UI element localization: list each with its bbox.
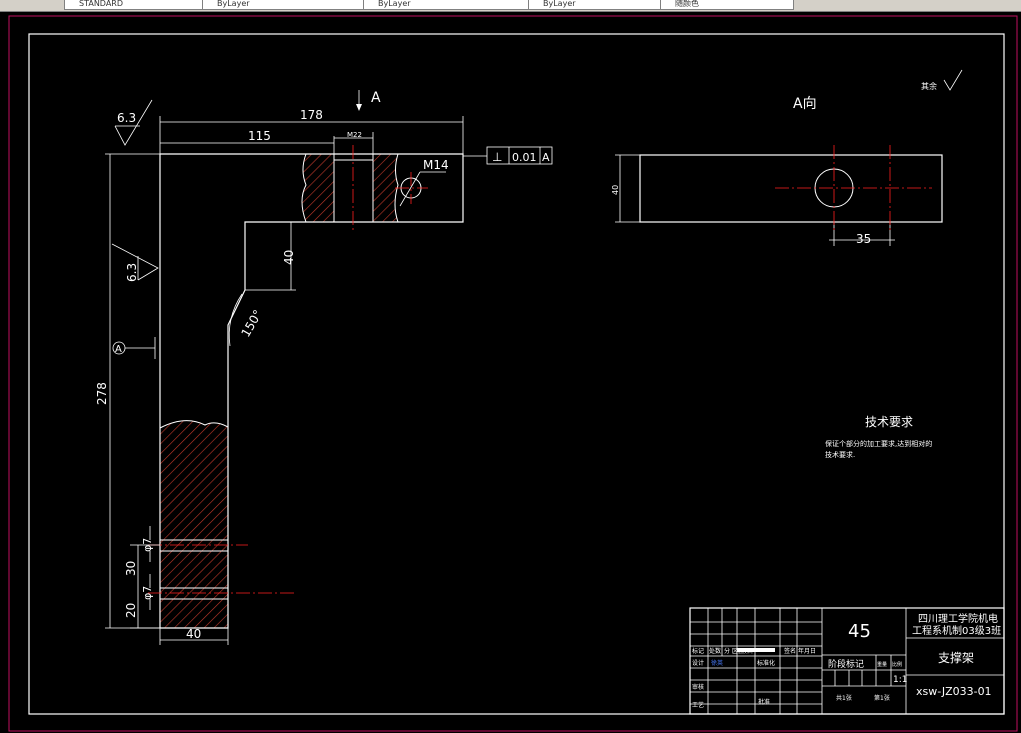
text-style-select[interactable]: STANDARD bbox=[64, 0, 205, 10]
tech-line1: 保证个部分的加工要求,达到相对的 bbox=[825, 439, 932, 448]
scale-label: 比例 bbox=[892, 661, 902, 668]
weight-label: 重量 bbox=[877, 661, 887, 668]
layer-select[interactable]: ByLayer bbox=[202, 0, 370, 10]
cad-toolbar: STANDARD ByLayer ByLayer ByLayer 随颜色 bbox=[0, 0, 1021, 12]
dim-178: 178 bbox=[300, 108, 323, 122]
design-label: 设计 bbox=[692, 659, 704, 667]
hdr-zone: 分 区 bbox=[724, 647, 738, 655]
drawing-canvas[interactable]: 6.3 178 115 M22 M14 A ⊥ 0.01 A 40 150° 6… bbox=[0, 12, 1021, 733]
hdr-doc: 更改文件号 bbox=[738, 649, 753, 654]
roughness-top: 6.3 bbox=[117, 111, 136, 125]
tolerance-symbol: ⊥ bbox=[492, 150, 502, 164]
sheet-number: 第1张 bbox=[874, 694, 890, 702]
lineweight-select[interactable]: ByLayer bbox=[528, 0, 668, 10]
plotstyle-value: 随颜色 bbox=[675, 0, 699, 8]
main-view bbox=[159, 153, 464, 629]
hdr-mark: 标记 bbox=[692, 647, 704, 655]
section-marker: A bbox=[371, 90, 381, 106]
stage-mark: 阶段标记 bbox=[828, 658, 864, 670]
dim-bottom-40: 40 bbox=[186, 627, 201, 641]
roughness-left: 6.3 bbox=[125, 263, 139, 282]
designer-name: 徐英 bbox=[711, 659, 723, 667]
dim-bore: M22 bbox=[347, 131, 362, 139]
other-roughness: 其余 bbox=[921, 81, 937, 91]
text-style-value: STANDARD bbox=[79, 0, 124, 8]
hatch-leg bbox=[160, 420, 228, 628]
part-name: 支撑架 bbox=[938, 650, 974, 665]
dim-angle: 150° bbox=[238, 307, 265, 339]
craft-label: 工艺 bbox=[692, 701, 704, 709]
dim-30: 30 bbox=[124, 561, 138, 576]
side-view-title: A向 bbox=[793, 96, 817, 112]
dim-115: 115 bbox=[248, 129, 271, 143]
tech-line2: 技术要求. bbox=[825, 450, 855, 459]
layer-value: ByLayer bbox=[217, 0, 250, 8]
linetype-select[interactable]: ByLayer bbox=[363, 0, 537, 10]
tolerance-datum: A bbox=[542, 151, 550, 164]
standardize-label: 标准化 bbox=[757, 659, 775, 667]
dim-20: 20 bbox=[124, 603, 138, 618]
tech-requirements: 技术要求 保证个部分的加工要求,达到相对的 技术要求. bbox=[825, 415, 932, 459]
drawing-number: xsw-JZ033-01 bbox=[916, 685, 992, 698]
dim-hole2: φ7 bbox=[141, 586, 154, 600]
hdr-sign: 签名 bbox=[784, 647, 796, 655]
side-dim-35: 35 bbox=[856, 232, 871, 246]
hdr-count: 处数 bbox=[709, 647, 721, 655]
side-view-outline bbox=[639, 154, 943, 223]
dim-hole1: φ7 bbox=[141, 538, 154, 552]
dim-thread: M14 bbox=[423, 158, 449, 172]
hatch-top-left bbox=[302, 154, 334, 222]
title-block-texts: 45 四川理工学院机电 工程系机制03级3班 支撑架 xsw-JZ033-01 … bbox=[692, 612, 1001, 709]
total-sheets: 共1张 bbox=[836, 694, 852, 702]
dim-step-40: 40 bbox=[282, 250, 296, 265]
hdr-date: 年月日 bbox=[798, 647, 816, 655]
side-dim-40: 40 bbox=[611, 185, 620, 195]
review-label: 审核 bbox=[692, 683, 704, 691]
school-line2: 工程系机制03级3班 bbox=[912, 624, 1001, 637]
tech-title: 技术要求 bbox=[865, 415, 913, 429]
approve-label: 批准 bbox=[758, 698, 770, 706]
linetype-value: ByLayer bbox=[378, 0, 411, 8]
plotstyle-select[interactable]: 随颜色 bbox=[660, 0, 794, 10]
material: 45 bbox=[848, 621, 871, 642]
side-view-texts: A向 40 35 其余 bbox=[611, 81, 937, 246]
datum-label: A bbox=[115, 344, 122, 355]
school-line1: 四川理工学院机电 bbox=[918, 612, 998, 625]
scale-value: 1:1 bbox=[893, 675, 907, 685]
side-view bbox=[615, 69, 963, 246]
side-view-center-lines bbox=[775, 145, 932, 232]
lineweight-value: ByLayer bbox=[543, 0, 576, 8]
dim-278: 278 bbox=[95, 382, 109, 405]
tolerance-value: 0.01 bbox=[512, 151, 537, 164]
hatch-top-right bbox=[373, 154, 398, 222]
